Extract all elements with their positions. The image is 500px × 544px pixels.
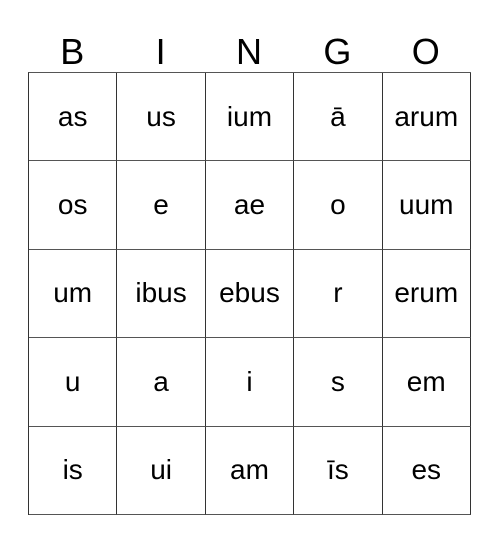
bingo-cell[interactable]: em (382, 338, 471, 427)
bingo-header-letter-n: N (235, 31, 262, 72)
bingo-row: os e ae o uum (29, 161, 471, 250)
bingo-cell[interactable]: es (382, 426, 471, 515)
bingo-cell[interactable]: u (29, 338, 118, 427)
bingo-cell[interactable]: o (294, 161, 383, 250)
bingo-cell[interactable]: ebus (205, 249, 295, 339)
bingo-header-letter-o: O (411, 31, 440, 72)
bingo-cell[interactable]: os (29, 161, 118, 250)
bingo-card: B I N G O as us ium ā arum os e ae o uum… (28, 18, 471, 515)
bingo-cell[interactable]: as (29, 73, 118, 162)
bingo-cell[interactable]: ium (205, 73, 295, 162)
bingo-cell[interactable]: i (205, 338, 295, 427)
bingo-cell[interactable]: uum (382, 161, 471, 250)
bingo-cell[interactable]: ibus (117, 249, 206, 339)
bingo-header-letter-g: G (323, 31, 352, 72)
bingo-cell[interactable]: r (294, 249, 383, 339)
bingo-cell[interactable]: arum (382, 73, 471, 162)
bingo-cell[interactable]: īs (294, 426, 383, 515)
bingo-cell[interactable]: s (294, 338, 383, 427)
bingo-cell[interactable]: erum (382, 249, 471, 339)
bingo-cell[interactable]: um (29, 249, 118, 339)
bingo-cell[interactable]: is (29, 426, 118, 515)
bingo-row: is ui am īs es (29, 426, 471, 515)
bingo-row: as us ium ā arum (29, 73, 471, 162)
bingo-header-letter-b: B (60, 31, 85, 72)
bingo-cell[interactable]: us (117, 73, 206, 162)
bingo-cell[interactable]: ae (205, 161, 295, 250)
bingo-row: um ibus ebus r erum (29, 249, 471, 339)
bingo-header-letter-i: I (155, 31, 166, 72)
bingo-header-row: B I N G O (28, 18, 470, 72)
bingo-cell[interactable]: am (205, 426, 295, 515)
bingo-cell[interactable]: ā (294, 73, 383, 162)
bingo-grid: as us ium ā arum os e ae o uum um ibus e… (28, 72, 471, 515)
bingo-cell[interactable]: e (117, 161, 206, 250)
bingo-cell[interactable]: a (117, 338, 206, 427)
bingo-row: u a i s em (29, 338, 471, 427)
bingo-cell[interactable]: ui (117, 426, 206, 515)
